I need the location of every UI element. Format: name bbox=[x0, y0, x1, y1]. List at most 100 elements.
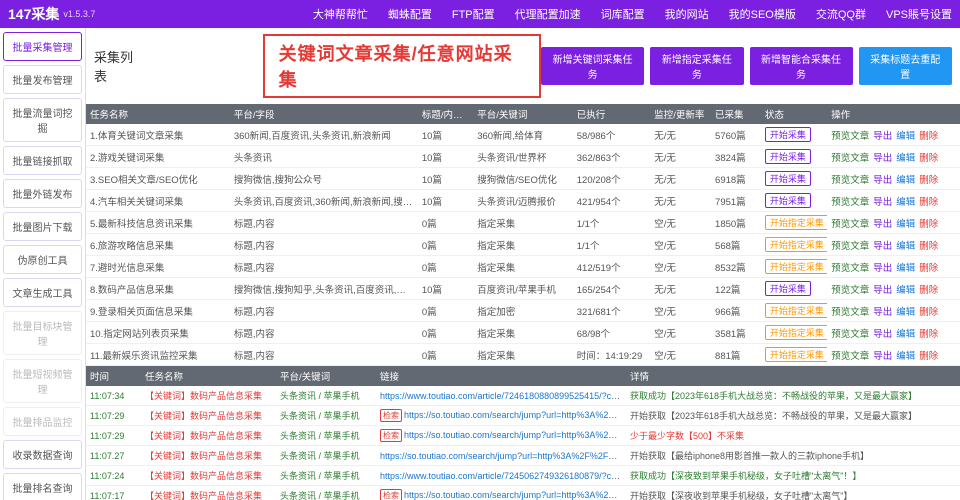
sidebar-item[interactable]: 批量发布管理 bbox=[3, 65, 82, 94]
col-header: 状态 bbox=[761, 104, 827, 124]
status-tag[interactable]: 开始采集 bbox=[765, 127, 811, 142]
topnav-item[interactable]: 大神帮帮忙 bbox=[313, 6, 368, 22]
task-table-body: 1.体育关键词文章采集360新闻,百度资讯,头条资讯,新浪新闻10篇360新闻,… bbox=[86, 124, 960, 366]
op-del[interactable]: 删除 bbox=[919, 153, 938, 164]
topnav-item[interactable]: 我的网站 bbox=[665, 6, 709, 22]
sidebar-item[interactable]: 批量排名查询 bbox=[3, 473, 82, 500]
log-link[interactable]: https://so.toutiao.com/search/jump?url=h… bbox=[404, 410, 626, 420]
op-preview[interactable]: 预览文章 bbox=[831, 351, 869, 362]
op-preview[interactable]: 预览文章 bbox=[831, 197, 869, 208]
log-link[interactable]: https://so.toutiao.com/search/jump?url=h… bbox=[380, 451, 626, 461]
header-button[interactable]: 新增指定采集任务 bbox=[650, 47, 743, 85]
op-preview[interactable]: 预览文章 bbox=[831, 131, 869, 142]
op-export[interactable]: 导出 bbox=[873, 197, 892, 208]
status-tag[interactable]: 开始指定采集 bbox=[765, 215, 827, 230]
header-button[interactable]: 新增智能合采集任务 bbox=[750, 47, 853, 85]
header-buttons: 新增关键词采集任务新增指定采集任务新增智能合采集任务采集标题去重配置 bbox=[541, 47, 952, 85]
version: v1.5.3.7 bbox=[63, 9, 95, 19]
col-header: 平台/字段 bbox=[230, 104, 418, 124]
op-edit[interactable]: 编辑 bbox=[896, 263, 915, 274]
header-button[interactable]: 采集标题去重配置 bbox=[859, 47, 952, 85]
op-export[interactable]: 导出 bbox=[873, 175, 892, 186]
op-edit[interactable]: 编辑 bbox=[896, 241, 915, 252]
status-tag[interactable]: 开始采集 bbox=[765, 281, 811, 296]
sidebar-item[interactable]: 批量外链发布 bbox=[3, 179, 82, 208]
task-table-head: 任务名称平台/字段标题/内容集平台/关键词已执行监控/更新率已采集状态操作 bbox=[86, 104, 960, 124]
status-tag[interactable]: 开始采集 bbox=[765, 171, 811, 186]
status-tag[interactable]: 开始指定采集 bbox=[765, 303, 827, 318]
op-export[interactable]: 导出 bbox=[873, 241, 892, 252]
col-header: 已采集 bbox=[711, 104, 761, 124]
op-export[interactable]: 导出 bbox=[873, 219, 892, 230]
status-tag[interactable]: 开始指定采集 bbox=[765, 325, 827, 340]
op-export[interactable]: 导出 bbox=[873, 131, 892, 142]
sidebar-item[interactable]: 伪原创工具 bbox=[3, 245, 82, 274]
op-del[interactable]: 删除 bbox=[919, 131, 938, 142]
sidebar-item[interactable]: 批量流量词挖掘 bbox=[3, 98, 82, 142]
op-preview[interactable]: 预览文章 bbox=[831, 263, 869, 274]
status-tag[interactable]: 开始指定采集 bbox=[765, 237, 827, 252]
op-del[interactable]: 删除 bbox=[919, 175, 938, 186]
op-export[interactable]: 导出 bbox=[873, 153, 892, 164]
log-table-head: 时间任务名称平台/关键词链接详情 bbox=[86, 366, 960, 386]
sidebar-item[interactable]: 收录数据查询 bbox=[3, 440, 82, 469]
log-link[interactable]: https://so.toutiao.com/search/jump?url=h… bbox=[404, 430, 626, 440]
topnav-item[interactable]: 蜘蛛配置 bbox=[388, 6, 432, 22]
op-preview[interactable]: 预览文章 bbox=[831, 329, 869, 340]
op-export[interactable]: 导出 bbox=[873, 307, 892, 318]
op-del[interactable]: 删除 bbox=[919, 197, 938, 208]
op-export[interactable]: 导出 bbox=[873, 351, 892, 362]
log-link[interactable]: https://www.toutiao.com/article/72461808… bbox=[380, 391, 626, 401]
op-export[interactable]: 导出 bbox=[873, 329, 892, 340]
sidebar-item[interactable]: 批量链接抓取 bbox=[3, 146, 82, 175]
op-export[interactable]: 导出 bbox=[873, 285, 892, 296]
op-edit[interactable]: 编辑 bbox=[896, 175, 915, 186]
topnav-item[interactable]: 交流QQ群 bbox=[816, 6, 866, 22]
col-header: 监控/更新率 bbox=[650, 104, 711, 124]
sidebar-item[interactable]: 批量图片下载 bbox=[3, 212, 82, 241]
log-link[interactable]: https://www.toutiao.com/article/72450627… bbox=[380, 471, 626, 481]
op-del[interactable]: 删除 bbox=[919, 263, 938, 274]
log-link[interactable]: https://so.toutiao.com/search/jump?url=h… bbox=[404, 490, 626, 500]
op-preview[interactable]: 预览文章 bbox=[831, 153, 869, 164]
status-tag[interactable]: 开始指定采集 bbox=[765, 347, 827, 362]
op-del[interactable]: 删除 bbox=[919, 219, 938, 230]
op-edit[interactable]: 编辑 bbox=[896, 131, 915, 142]
sidebar-item[interactable]: 批量采集管理 bbox=[3, 32, 82, 61]
topnav-item[interactable]: VPS賬号设置 bbox=[886, 6, 952, 22]
badge: 检索 bbox=[380, 429, 402, 442]
sidebar-item[interactable]: 文章生成工具 bbox=[3, 278, 82, 307]
op-preview[interactable]: 预览文章 bbox=[831, 175, 869, 186]
status-tag[interactable]: 开始采集 bbox=[765, 149, 811, 164]
op-edit[interactable]: 编辑 bbox=[896, 219, 915, 230]
op-preview[interactable]: 预览文章 bbox=[831, 307, 869, 318]
log-col-header: 平台/关键词 bbox=[276, 366, 376, 386]
status-tag[interactable]: 开始采集 bbox=[765, 193, 811, 208]
op-del[interactable]: 删除 bbox=[919, 329, 938, 340]
topnav-item[interactable]: FTP配置 bbox=[452, 6, 495, 22]
topnav: 大神帮帮忙 蜘蛛配置 FTP配置 代理配置加速 词库配置 我的网站 我的SEO模版 交流QQ群… bbox=[313, 6, 952, 22]
topnav-item[interactable]: 我的SEO模版 bbox=[729, 6, 796, 22]
topnav-item[interactable]: 代理配置加速 bbox=[515, 6, 581, 22]
op-edit[interactable]: 编辑 bbox=[896, 329, 915, 340]
header-button[interactable]: 新增关键词采集任务 bbox=[541, 47, 644, 85]
op-edit[interactable]: 编辑 bbox=[896, 351, 915, 362]
op-export[interactable]: 导出 bbox=[873, 263, 892, 274]
status-tag[interactable]: 开始指定采集 bbox=[765, 259, 827, 274]
op-edit[interactable]: 编辑 bbox=[896, 285, 915, 296]
log-row: 11:07:29【关键词】数码产品信息采集头条资讯 / 苹果手机检索https:… bbox=[86, 426, 960, 446]
op-preview[interactable]: 预览文章 bbox=[831, 241, 869, 252]
table-row: 1.体育关键词文章采集360新闻,百度资讯,头条资讯,新浪新闻10篇360新闻,… bbox=[86, 124, 960, 146]
topbar: 147采集 v1.5.3.7 大神帮帮忙蜘蛛配置FTP配置代理配置加速词库配置我… bbox=[0, 0, 960, 28]
op-del[interactable]: 删除 bbox=[919, 351, 938, 362]
op-edit[interactable]: 编辑 bbox=[896, 197, 915, 208]
op-del[interactable]: 删除 bbox=[919, 241, 938, 252]
table-row: 6.旅游攻略信息采集标题,内容0篇指定采集1/1个空/无568篇开始指定采集预览… bbox=[86, 234, 960, 256]
op-del[interactable]: 删除 bbox=[919, 307, 938, 318]
op-preview[interactable]: 预览文章 bbox=[831, 285, 869, 296]
op-edit[interactable]: 编辑 bbox=[896, 307, 915, 318]
op-edit[interactable]: 编辑 bbox=[896, 153, 915, 164]
op-del[interactable]: 删除 bbox=[919, 285, 938, 296]
op-preview[interactable]: 预览文章 bbox=[831, 219, 869, 230]
topnav-item[interactable]: 词库配置 bbox=[601, 6, 645, 22]
